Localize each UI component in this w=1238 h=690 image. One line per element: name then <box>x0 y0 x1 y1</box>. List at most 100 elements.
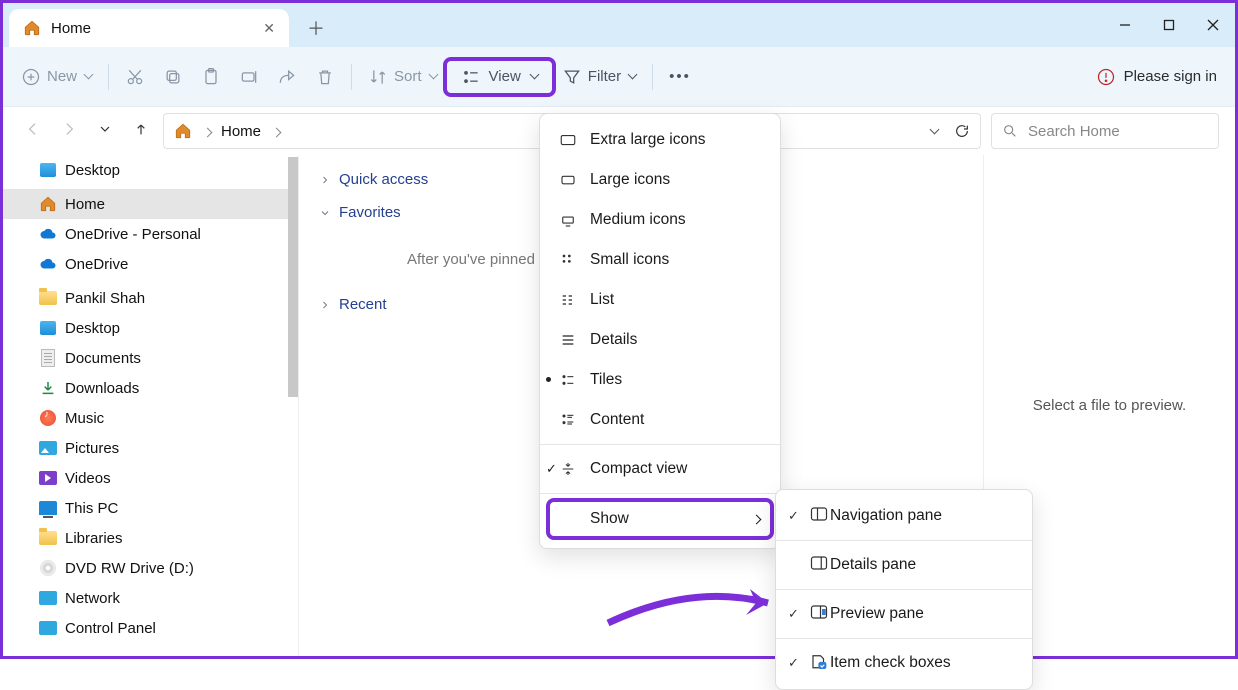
view-option-extra-large-icons[interactable]: Extra large icons <box>540 120 780 160</box>
chevron-down-icon <box>83 68 92 85</box>
plus-circle-icon <box>21 67 41 87</box>
view-option-content[interactable]: Content <box>540 400 780 440</box>
cut-icon[interactable] <box>125 67 145 87</box>
view-option-list[interactable]: List <box>540 280 780 320</box>
sidebar-item-videos[interactable]: Videos <box>3 463 298 493</box>
check-icon: ✓ <box>788 508 799 524</box>
view-option-small-icons[interactable]: Small icons <box>540 240 780 280</box>
close-tab-icon[interactable]: ✕ <box>263 20 275 37</box>
music-icon <box>39 409 57 427</box>
view-option-large-icons[interactable]: Large icons <box>540 160 780 200</box>
address-dropdown[interactable] <box>929 123 938 140</box>
copy-icon[interactable] <box>163 67 183 87</box>
recent-locations-button[interactable] <box>97 121 113 142</box>
alert-icon <box>1096 67 1116 87</box>
vid-icon <box>39 469 57 487</box>
show-option-navigation-pane[interactable]: ✓Navigation pane <box>776 496 1032 536</box>
sidebar-item-music[interactable]: Music <box>3 403 298 433</box>
back-button[interactable] <box>25 121 41 142</box>
sidebar-item-home[interactable]: Home <box>3 189 298 219</box>
new-button[interactable]: New <box>21 67 92 87</box>
sidebar-item-desktop[interactable]: Desktop <box>3 155 298 185</box>
annotation-arrow <box>603 573 793 633</box>
new-tab-button[interactable]: ＋ <box>307 15 325 47</box>
show-option-preview-pane[interactable]: ✓Preview pane <box>776 594 1032 634</box>
view-button[interactable]: View <box>443 57 556 97</box>
more-button[interactable]: ••• <box>669 68 691 85</box>
selected-dot <box>546 377 551 382</box>
sidebar-item-onedrive[interactable]: OneDrive <box>3 249 298 279</box>
doc-icon <box>39 349 57 367</box>
show-submenu: ✓Navigation pane Details pane ✓Preview pan… <box>775 489 1033 690</box>
cloud-icon <box>39 255 57 273</box>
sidebar-item-desktop[interactable]: Desktop <box>3 313 298 343</box>
sidebar-item-control-panel[interactable]: Control Panel <box>3 613 298 643</box>
sidebar-item-dvd-rw-drive-d-[interactable]: DVD RW Drive (D:) <box>3 553 298 583</box>
cloud-icon <box>39 225 57 243</box>
sidebar-scrollbar[interactable] <box>288 157 298 397</box>
filter-button[interactable]: Filter <box>562 67 636 87</box>
check-icon: ✓ <box>788 655 799 671</box>
folder-icon <box>39 529 57 547</box>
show-option-item-check-boxes[interactable]: ✓Item check boxes <box>776 643 1032 683</box>
breadcrumb-home[interactable]: Home <box>221 123 261 140</box>
refresh-icon[interactable] <box>954 123 970 139</box>
sort-button[interactable]: Sort <box>368 67 437 87</box>
paste-icon[interactable] <box>201 67 221 87</box>
chevron-right-icon <box>202 123 211 140</box>
blue-icon <box>39 161 57 179</box>
home-icon <box>39 195 57 213</box>
window-controls <box>1103 3 1235 47</box>
delete-icon[interactable] <box>315 67 335 87</box>
view-show[interactable]: Show <box>546 498 774 540</box>
view-option-details[interactable]: Details <box>540 320 780 360</box>
disc-icon <box>39 559 57 577</box>
folder-icon <box>39 289 57 307</box>
search-placeholder: Search Home <box>1028 123 1120 140</box>
search-box[interactable]: Search Home <box>991 113 1219 149</box>
minimize-button[interactable] <box>1103 3 1147 47</box>
sidebar-item-downloads[interactable]: Downloads <box>3 373 298 403</box>
view-icon <box>461 67 481 87</box>
tab-strip: Home ✕ ＋ <box>3 3 1235 47</box>
maximize-button[interactable] <box>1147 3 1191 47</box>
pc-icon <box>39 499 57 517</box>
forward-button[interactable] <box>61 121 77 142</box>
sidebar-item-pictures[interactable]: Pictures <box>3 433 298 463</box>
dl-icon <box>39 379 57 397</box>
show-option-details-pane[interactable]: Details pane <box>776 545 1032 585</box>
share-icon[interactable] <box>277 67 297 87</box>
sort-icon <box>368 67 388 87</box>
rename-icon[interactable] <box>239 67 259 87</box>
view-option-medium-icons[interactable]: Medium icons <box>540 200 780 240</box>
blue-icon <box>39 319 57 337</box>
sidebar-item-network[interactable]: Network <box>3 583 298 613</box>
chevron-down-icon <box>428 68 437 85</box>
close-window-button[interactable] <box>1191 3 1235 47</box>
chevron-right-icon <box>751 510 760 528</box>
pic-icon <box>39 439 57 457</box>
chevron-right-icon <box>271 123 280 140</box>
navigation-pane: Desktop HomeOneDrive - PersonalOneDrive Pa… <box>3 155 299 656</box>
sidebar-item-this-pc[interactable]: This PC <box>3 493 298 523</box>
tab-title: Home <box>51 20 91 37</box>
view-option-tiles[interactable]: Tiles <box>540 360 780 400</box>
sign-in-button[interactable]: Please sign in <box>1096 67 1217 87</box>
up-button[interactable] <box>133 121 149 142</box>
view-menu: Extra large iconsLarge iconsMedium icons… <box>539 113 781 549</box>
home-icon <box>23 19 41 37</box>
chevron-down-icon <box>627 68 636 85</box>
sidebar-item-pankil-shah[interactable]: Pankil Shah <box>3 283 298 313</box>
tab-home[interactable]: Home ✕ <box>9 9 289 47</box>
sidebar-item-onedrive-personal[interactable]: OneDrive - Personal <box>3 219 298 249</box>
toolbar: New Sort View Filter ••• Please sign in <box>3 47 1235 107</box>
sidebar-item-libraries[interactable]: Libraries <box>3 523 298 553</box>
check-icon: ✓ <box>546 461 557 477</box>
view-compact[interactable]: ✓Compact view <box>540 449 780 489</box>
search-icon <box>1002 123 1018 139</box>
sidebar-item-documents[interactable]: Documents <box>3 343 298 373</box>
home-icon <box>174 122 192 140</box>
filter-icon <box>562 67 582 87</box>
net-icon <box>39 589 57 607</box>
chevron-down-icon <box>529 68 538 85</box>
